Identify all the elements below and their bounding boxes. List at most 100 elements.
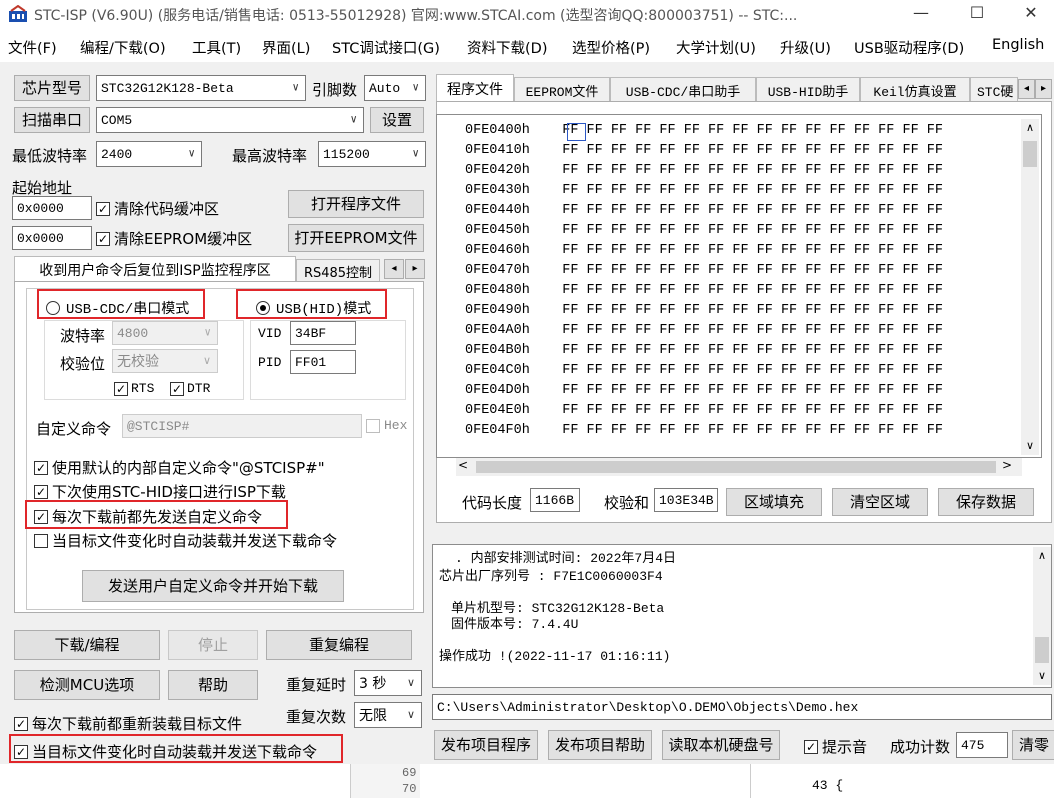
tab-isp-reset[interactable]: 收到用户命令后复位到ISP监控程序区 (14, 256, 296, 282)
repeat-delay-select[interactable]: 3 秒 ∨ (354, 670, 422, 696)
tab-keil-emulation[interactable]: Keil仿真设置 (860, 77, 970, 102)
tab-stc-hardware[interactable]: STC硬 (970, 77, 1018, 102)
tab-usb-cdc-assistant[interactable]: USB-CDC/串口助手 (610, 77, 756, 102)
option-auto-reload-download[interactable]: 当目标文件变化时自动装载并发送下载命令 (14, 741, 317, 762)
send-before-download-checkbox[interactable] (34, 509, 48, 524)
scrollbar-thumb[interactable] (1023, 141, 1037, 167)
eeprom-start-address-input[interactable]: 0x0000 (12, 226, 92, 250)
usb-hid-radio[interactable] (256, 301, 270, 315)
menu-docs[interactable]: 资料下载(D) (467, 37, 547, 58)
output-log[interactable]: . 内部安排测试时间: 2022年7月4日 芯片出厂序列号 : F7E1C006… (432, 544, 1052, 688)
hex-horizontal-scrollbar[interactable]: < > (456, 458, 1022, 476)
open-program-file-button[interactable]: 打开程序文件 (288, 190, 424, 218)
tab-scroll-left-button[interactable]: ◂ (1018, 79, 1035, 99)
clear-code-checkbox[interactable] (96, 201, 110, 216)
clear-eeprom-checkbox[interactable] (96, 231, 110, 246)
chevron-up-icon[interactable]: ∧ (1021, 121, 1039, 137)
tab-rs485[interactable]: RS485控制 (296, 259, 380, 282)
read-disk-id-button[interactable]: 读取本机硬盘号 (662, 730, 780, 760)
menu-tools[interactable]: 工具(T) (192, 37, 241, 58)
scan-port-button[interactable]: 扫描串口 (14, 107, 90, 133)
option-stc-hid-next[interactable]: 下次使用STC-HID接口进行ISP下载 (34, 481, 286, 502)
publish-project-help-button[interactable]: 发布项目帮助 (548, 730, 652, 760)
open-eeprom-file-button[interactable]: 打开EEPROM文件 (288, 224, 424, 252)
log-vertical-scrollbar[interactable]: ∧ ∨ (1033, 547, 1051, 685)
help-button[interactable]: 帮助 (168, 670, 258, 700)
option-reload-each-time[interactable]: 每次下载前都重新装载目标文件 (14, 713, 242, 734)
chevron-down-icon[interactable]: ∨ (1033, 669, 1051, 682)
default-command-checkbox[interactable] (34, 460, 48, 475)
option-default-command[interactable]: 使用默认的内部自定义命令"@STCISP#" (34, 457, 325, 478)
scrollbar-thumb[interactable] (476, 461, 996, 473)
pin-count-select[interactable]: Auto ∨ (364, 75, 426, 101)
pid-input[interactable]: FF01 (290, 350, 356, 374)
close-button[interactable]: ✕ (1008, 0, 1054, 28)
region-fill-button[interactable]: 区域填充 (726, 488, 822, 516)
clear-count-button[interactable]: 清零 (1012, 730, 1054, 760)
download-program-button[interactable]: 下载/编程 (14, 630, 160, 660)
rts-checkbox[interactable] (114, 381, 128, 396)
hex-vertical-scrollbar[interactable]: ∧ ∨ (1021, 119, 1039, 455)
code-start-address-input[interactable]: 0x0000 (12, 196, 92, 220)
chip-type-select[interactable]: STC32G12K128-Beta ∨ (96, 75, 306, 101)
minimize-button[interactable]: — (898, 0, 944, 28)
max-baud-select[interactable]: 115200 ∨ (318, 141, 426, 167)
rts-option[interactable]: RTS (114, 381, 154, 396)
tab-usb-hid-assistant[interactable]: USB-HID助手 (756, 77, 860, 102)
maximize-button[interactable]: ☐ (954, 0, 1000, 28)
tab-eeprom-file[interactable]: EEPROM文件 (514, 77, 610, 102)
menu-english[interactable]: English (992, 37, 1044, 53)
option-auto-reload-send[interactable]: 当目标文件变化时自动装载并发送下载命令 (34, 530, 337, 551)
menu-upgrade[interactable]: 升级(U) (780, 37, 831, 58)
parity-select[interactable]: 无校验 ∨ (112, 349, 218, 373)
menu-debug[interactable]: STC调试接口(G) (332, 37, 440, 58)
menu-usb-driver[interactable]: USB驱动程序(D) (854, 37, 964, 58)
repeat-program-button[interactable]: 重复编程 (266, 630, 412, 660)
clear-code-option[interactable]: 清除代码缓冲区 (96, 198, 219, 219)
chevron-up-icon[interactable]: ∧ (1033, 549, 1051, 562)
chevron-left-icon[interactable]: < (458, 458, 468, 472)
detect-mcu-options-button[interactable]: 检测MCU选项 (14, 670, 160, 700)
repeat-count-select[interactable]: 无限 ∨ (354, 702, 422, 728)
stop-button[interactable]: 停止 (168, 630, 258, 660)
baud-select[interactable]: 4800 ∨ (112, 321, 218, 345)
settings-button[interactable]: 设置 (370, 107, 424, 133)
vid-input[interactable]: 34BF (290, 321, 356, 345)
tab-program-file[interactable]: 程序文件 (436, 74, 514, 102)
target-file-path[interactable]: C:\Users\Administrator\Desktop\O.DEMO\Ob… (432, 694, 1052, 720)
menu-program[interactable]: 编程/下载(O) (80, 37, 166, 58)
tab-scroll-left-button[interactable]: ◂ (384, 259, 404, 279)
menu-university[interactable]: 大学计划(U) (676, 37, 756, 58)
port-select[interactable]: COM5 ∨ (96, 107, 364, 133)
auto-reload-send-checkbox[interactable] (34, 533, 48, 548)
usb-cdc-radio[interactable] (46, 301, 60, 315)
tab-scroll-right-button[interactable]: ▸ (405, 259, 425, 279)
chip-type-button[interactable]: 芯片型号 (14, 75, 90, 101)
chevron-down-icon[interactable]: ∨ (1021, 439, 1039, 455)
send-command-and-download-button[interactable]: 发送用户自定义命令并开始下载 (82, 570, 344, 602)
stc-hid-next-checkbox[interactable] (34, 484, 48, 499)
custom-command-input[interactable]: @STCISP# (122, 414, 362, 438)
menu-file[interactable]: 文件(F) (8, 37, 57, 58)
publish-project-program-button[interactable]: 发布项目程序 (434, 730, 538, 760)
chevron-right-icon[interactable]: > (1002, 458, 1012, 472)
dtr-checkbox[interactable] (170, 381, 184, 396)
option-send-before-download[interactable]: 每次下载前都先发送自定义命令 (34, 506, 262, 527)
menu-price[interactable]: 选型价格(P) (572, 37, 650, 58)
usb-cdc-mode-option[interactable]: USB-CDC/串口模式 (46, 298, 189, 318)
min-baud-select[interactable]: 2400 ∨ (96, 141, 202, 167)
tab-scroll-right-button[interactable]: ▸ (1035, 79, 1052, 99)
clear-eeprom-option[interactable]: 清除EEPROM缓冲区 (96, 228, 252, 249)
usb-hid-mode-option[interactable]: USB(HID)模式 (256, 298, 371, 318)
hex-view[interactable]: 0FE0400h FF FF FF FF FF FF FF FF FF FF F… (436, 114, 1042, 458)
menu-interface[interactable]: 界面(L) (262, 37, 310, 58)
hex-checkbox[interactable] (366, 418, 380, 433)
clear-region-button[interactable]: 清空区域 (832, 488, 928, 516)
beep-checkbox[interactable] (804, 739, 818, 754)
reload-each-time-checkbox[interactable] (14, 716, 28, 731)
hex-option[interactable]: Hex (366, 418, 407, 433)
save-data-button[interactable]: 保存数据 (938, 488, 1034, 516)
auto-reload-download-checkbox[interactable] (14, 744, 28, 759)
dtr-option[interactable]: DTR (170, 381, 210, 396)
beep-option[interactable]: 提示音 (804, 736, 867, 757)
